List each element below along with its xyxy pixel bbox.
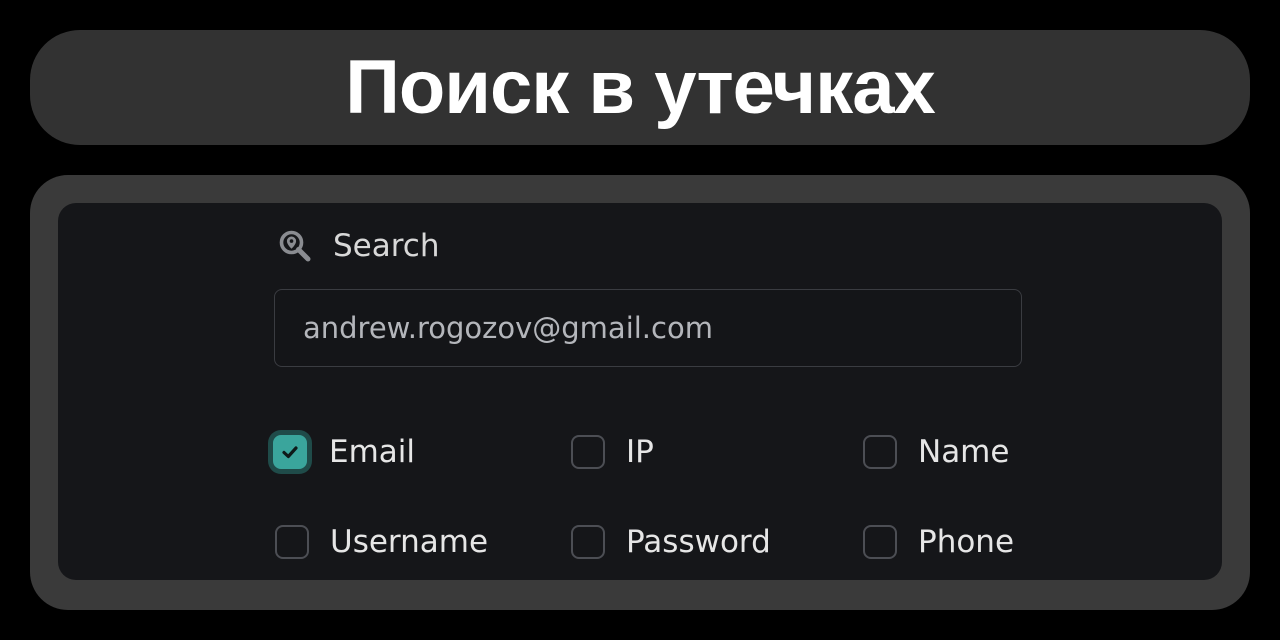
- search-label: Search: [333, 228, 440, 264]
- page-title: Поиск в утечках: [345, 44, 936, 130]
- search-location-icon: [278, 229, 312, 263]
- name-label: Name: [918, 434, 1010, 470]
- email-label: Email: [329, 434, 416, 470]
- password-checkbox[interactable]: [571, 525, 605, 559]
- search-label-row: Search: [278, 226, 440, 266]
- phone-label: Phone: [918, 524, 1015, 560]
- phone-checkbox[interactable]: [863, 525, 897, 559]
- option-username[interactable]: Username: [275, 520, 488, 564]
- ip-label: IP: [626, 434, 654, 470]
- option-name[interactable]: Name: [863, 430, 1009, 474]
- username-checkbox[interactable]: [275, 525, 309, 559]
- email-checkbox[interactable]: [273, 435, 307, 469]
- option-ip[interactable]: IP: [571, 430, 654, 474]
- password-label: Password: [626, 524, 771, 560]
- search-input[interactable]: [274, 289, 1022, 367]
- ip-checkbox[interactable]: [571, 435, 605, 469]
- option-email[interactable]: Email: [273, 430, 415, 474]
- username-label: Username: [330, 524, 489, 560]
- option-password[interactable]: Password: [571, 520, 771, 564]
- check-icon: [282, 446, 298, 459]
- title-banner: Поиск в утечках: [30, 30, 1250, 145]
- name-checkbox[interactable]: [863, 435, 897, 469]
- option-phone[interactable]: Phone: [863, 520, 1014, 564]
